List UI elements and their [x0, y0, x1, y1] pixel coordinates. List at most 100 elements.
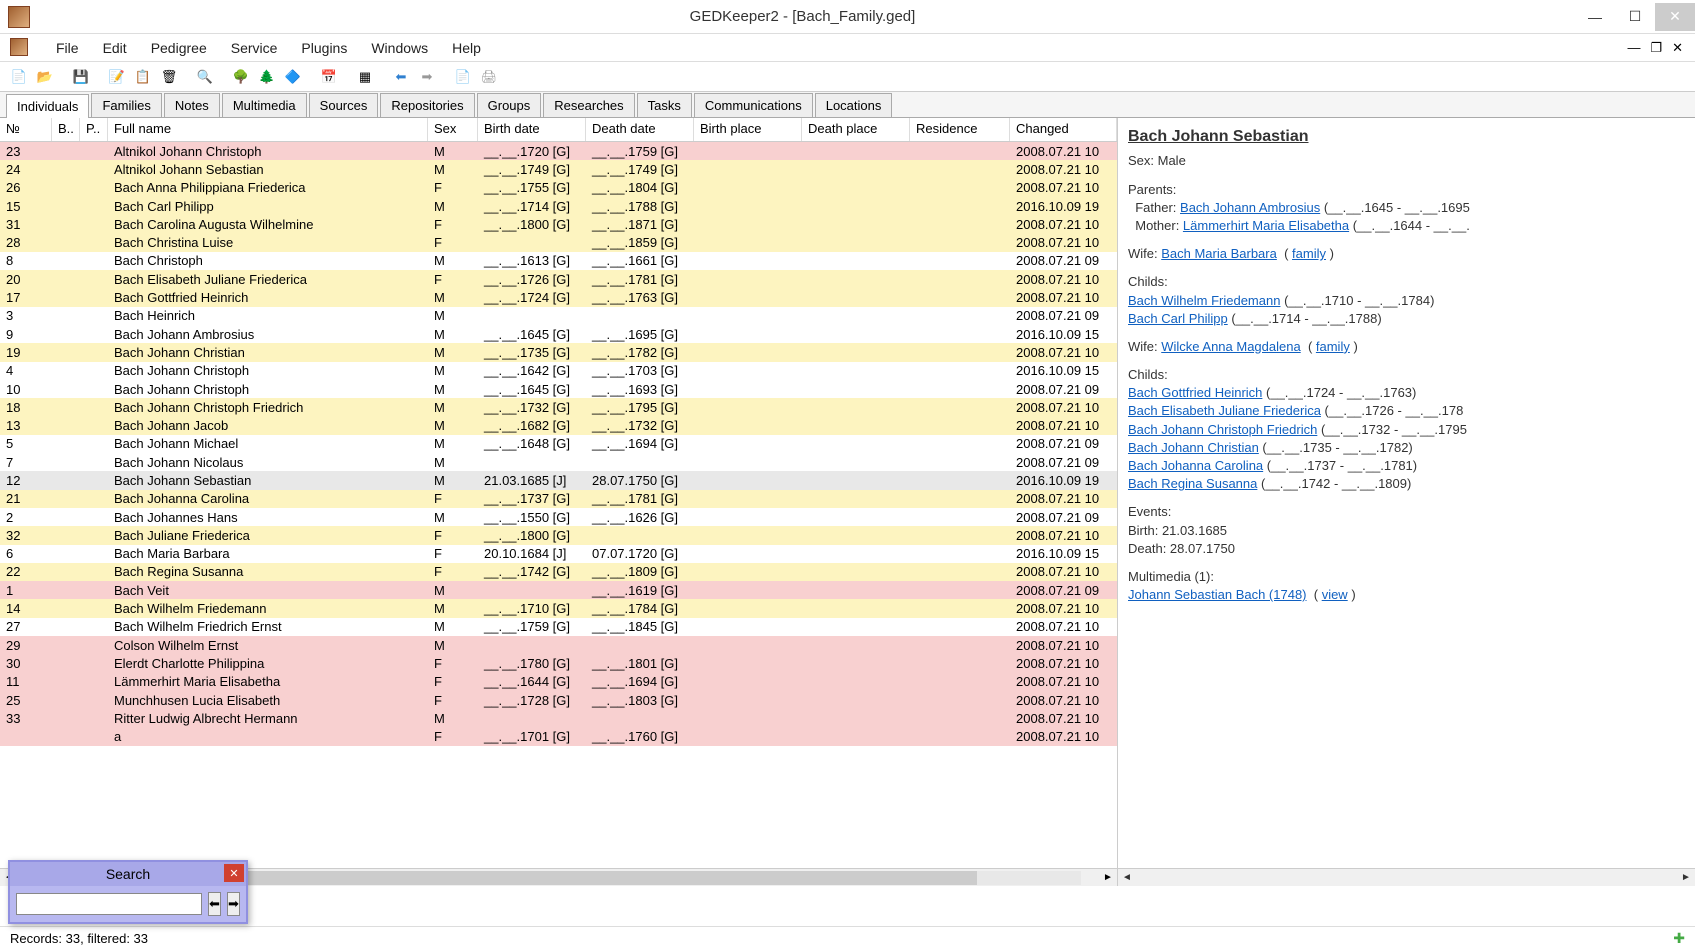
table-row[interactable]: 19Bach Johann ChristianM__.__.1735 [G]__… — [0, 343, 1117, 361]
search-next-button[interactable]: ➡ — [227, 892, 240, 916]
mother-link[interactable]: Lämmerhirt Maria Elisabetha — [1183, 218, 1349, 233]
mdi-restore-button[interactable]: ❐ — [1650, 40, 1662, 56]
column-header[interactable]: Changed — [1010, 118, 1117, 141]
minimize-button[interactable]: — — [1575, 3, 1615, 31]
view-link[interactable]: view — [1322, 587, 1348, 602]
child-link[interactable]: Bach Johanna Carolina — [1128, 458, 1263, 473]
tab-tasks[interactable]: Tasks — [637, 93, 692, 117]
child-link[interactable]: Bach Wilhelm Friedemann — [1128, 293, 1280, 308]
column-header[interactable]: B.. — [52, 118, 80, 141]
child-link[interactable]: Bach Johann Christoph Friedrich — [1128, 422, 1317, 437]
table-row[interactable]: 2Bach Johannes HansM__.__.1550 [G]__.__.… — [0, 508, 1117, 526]
nav-forward-button[interactable] — [416, 66, 438, 88]
menu-file[interactable]: File — [44, 37, 91, 59]
menu-plugins[interactable]: Plugins — [289, 37, 359, 59]
table-row[interactable]: 27Bach Wilhelm Friedrich ErnstM__.__.175… — [0, 618, 1117, 636]
table-row[interactable]: 21Bach Johanna CarolinaF__.__.1737 [G]__… — [0, 490, 1117, 508]
column-header[interactable]: Residence — [910, 118, 1010, 141]
table-row[interactable]: 20Bach Elisabeth Juliane FriedericaF__._… — [0, 270, 1117, 288]
menu-windows[interactable]: Windows — [359, 37, 440, 59]
delete-record-button[interactable] — [158, 66, 180, 88]
child-link[interactable]: Bach Carl Philipp — [1128, 311, 1228, 326]
close-button[interactable]: ✕ — [1655, 3, 1695, 31]
child-link[interactable]: Bach Elisabeth Juliane Friederica — [1128, 403, 1321, 418]
edit-record-button[interactable] — [132, 66, 154, 88]
menu-pedigree[interactable]: Pedigree — [139, 37, 219, 59]
table-row[interactable]: 33Ritter Ludwig Albrecht HermannM2008.07… — [0, 709, 1117, 727]
tree-ancestors-button[interactable] — [230, 66, 252, 88]
tab-locations[interactable]: Locations — [815, 93, 893, 117]
table-row[interactable]: 29Colson Wilhelm ErnstM2008.07.21 10 — [0, 636, 1117, 654]
table-row[interactable]: 10Bach Johann ChristophM__.__.1645 [G]__… — [0, 380, 1117, 398]
wife2-link[interactable]: Wilcke Anna Magdalena — [1161, 339, 1300, 354]
open-button[interactable] — [34, 66, 56, 88]
table-row[interactable]: 8Bach ChristophM__.__.1613 [G]__.__.1661… — [0, 252, 1117, 270]
menu-edit[interactable]: Edit — [91, 37, 139, 59]
column-header[interactable]: Sex — [428, 118, 478, 141]
save-button[interactable] — [70, 66, 92, 88]
search-prev-button[interactable]: ⬅ — [208, 892, 221, 916]
nav-back-button[interactable] — [390, 66, 412, 88]
table-row[interactable]: 24Altnikol Johann SebastianM__.__.1749 [… — [0, 160, 1117, 178]
table-row[interactable]: 11Lämmerhirt Maria ElisabethaF__.__.1644… — [0, 673, 1117, 691]
print-button[interactable] — [478, 66, 500, 88]
table-row[interactable]: 4Bach Johann ChristophM__.__.1642 [G]__.… — [0, 362, 1117, 380]
wife1-link[interactable]: Bach Maria Barbara — [1161, 246, 1277, 261]
send-mail-button[interactable] — [452, 66, 474, 88]
tab-repositories[interactable]: Repositories — [380, 93, 474, 117]
tab-notes[interactable]: Notes — [164, 93, 220, 117]
table-row[interactable]: 22Bach Regina SusannaF__.__.1742 [G]__._… — [0, 563, 1117, 581]
father-link[interactable]: Bach Johann Ambrosius — [1180, 200, 1320, 215]
table-row[interactable]: 13Bach Johann JacobM__.__.1682 [G]__.__.… — [0, 416, 1117, 434]
table-row[interactable]: aF__.__.1701 [G]__.__.1760 [G]2008.07.21… — [0, 728, 1117, 746]
menu-service[interactable]: Service — [219, 37, 290, 59]
scroll-right-icon[interactable]: ► — [1099, 872, 1117, 883]
detail-hscrollbar[interactable]: ◄ ► — [1118, 868, 1695, 886]
column-header[interactable]: Birth place — [694, 118, 802, 141]
tab-individuals[interactable]: Individuals — [6, 94, 89, 118]
table-row[interactable]: 5Bach Johann MichaelM__.__.1648 [G]__.__… — [0, 435, 1117, 453]
table-row[interactable]: 28Bach Christina LuiseF__.__.1859 [G]200… — [0, 233, 1117, 251]
table-row[interactable]: 32Bach Juliane FriedericaF__.__.1800 [G]… — [0, 526, 1117, 544]
column-header[interactable]: P.. — [80, 118, 108, 141]
family1-link[interactable]: family — [1292, 246, 1326, 261]
table-row[interactable]: 25Munchhusen Lucia ElisabethF__.__.1728 … — [0, 691, 1117, 709]
tab-multimedia[interactable]: Multimedia — [222, 93, 307, 117]
mdi-close-button[interactable]: ✕ — [1672, 40, 1683, 56]
filter-button[interactable] — [194, 66, 216, 88]
table-row[interactable]: 31Bach Carolina Augusta WilhelmineF__.__… — [0, 215, 1117, 233]
pedigree-button[interactable] — [318, 66, 340, 88]
table-row[interactable]: 14Bach Wilhelm FriedemannM__.__.1710 [G]… — [0, 599, 1117, 617]
column-header[interactable]: Death place — [802, 118, 910, 141]
tab-researches[interactable]: Researches — [543, 93, 634, 117]
search-input[interactable] — [16, 893, 202, 915]
tab-communications[interactable]: Communications — [694, 93, 813, 117]
add-record-button[interactable] — [106, 66, 128, 88]
mdi-minimize-button[interactable]: — — [1627, 40, 1640, 56]
stats-button[interactable] — [354, 66, 376, 88]
tab-families[interactable]: Families — [91, 93, 161, 117]
table-row[interactable]: 17Bach Gottfried HeinrichM__.__.1724 [G]… — [0, 288, 1117, 306]
table-row[interactable]: 12Bach Johann SebastianM21.03.1685 [J]28… — [0, 471, 1117, 489]
search-close-button[interactable]: ✕ — [224, 864, 244, 882]
table-row[interactable]: 18Bach Johann Christoph FriedrichM__.__.… — [0, 398, 1117, 416]
tree-descendants-button[interactable] — [256, 66, 278, 88]
column-header[interactable]: Death date — [586, 118, 694, 141]
column-header[interactable]: № — [0, 118, 52, 141]
new-button[interactable] — [8, 66, 30, 88]
table-row[interactable]: 9Bach Johann AmbrosiusM__.__.1645 [G]__.… — [0, 325, 1117, 343]
table-row[interactable]: 7Bach Johann NicolausM2008.07.21 09 — [0, 453, 1117, 471]
family2-link[interactable]: family — [1316, 339, 1350, 354]
column-header[interactable]: Full name — [108, 118, 428, 141]
table-row[interactable]: 6Bach Maria BarbaraF20.10.1684 [J]07.07.… — [0, 545, 1117, 563]
scroll-left-icon[interactable]: ◄ — [1118, 871, 1136, 885]
table-row[interactable]: 1Bach VeitM__.__.1619 [G]2008.07.21 09 — [0, 581, 1117, 599]
maximize-button[interactable]: ☐ — [1615, 3, 1655, 31]
column-header[interactable]: Birth date — [478, 118, 586, 141]
child-link[interactable]: Bach Regina Susanna — [1128, 476, 1257, 491]
table-row[interactable]: 26Bach Anna Philippiana FriedericaF__.__… — [0, 179, 1117, 197]
multimedia-link[interactable]: Johann Sebastian Bach (1748) — [1128, 587, 1307, 602]
tree-both-button[interactable] — [282, 66, 304, 88]
tab-groups[interactable]: Groups — [477, 93, 542, 117]
table-row[interactable]: 30Elerdt Charlotte PhilippinaF__.__.1780… — [0, 654, 1117, 672]
